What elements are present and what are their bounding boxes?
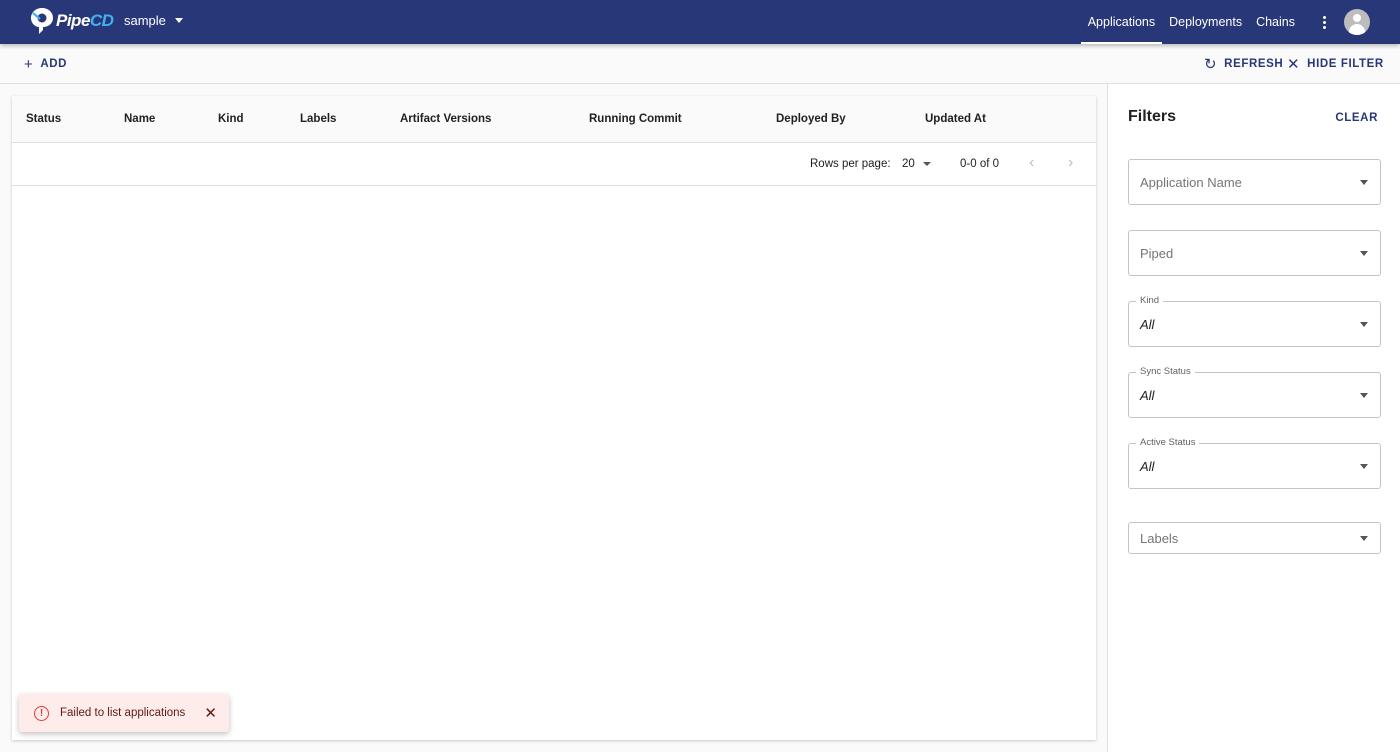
sync-status-value: All (1140, 388, 1155, 403)
next-page-icon[interactable]: › (1068, 154, 1073, 172)
user-avatar[interactable] (1344, 9, 1370, 35)
chevron-down-icon (1360, 322, 1368, 327)
application-name-select[interactable]: Application Name (1128, 159, 1381, 205)
active-status-select[interactable]: Active Status All (1128, 437, 1381, 489)
add-label: ADD (40, 58, 68, 70)
nav-deployments[interactable]: Deployments (1162, 0, 1249, 44)
previous-page-icon[interactable]: ‹ (1029, 154, 1034, 172)
filters-title: Filters (1128, 108, 1177, 125)
rows-per-page-value: 20 (902, 158, 915, 170)
logo-text-accent: CD (89, 11, 114, 30)
table-header: Status Name Kind Labels Artifact Version… (12, 96, 1096, 143)
snackbar-message: Failed to list applications (60, 707, 186, 719)
chevron-down-icon (1360, 251, 1368, 256)
column-header-kind[interactable]: Kind (218, 113, 244, 125)
column-header-artifact-versions[interactable]: Artifact Versions (400, 113, 491, 125)
logo-text-main: Pipe (56, 11, 90, 30)
filter-panel: Filters CLEAR Application Name Piped Kin… (1107, 84, 1400, 752)
pagination-range: 0-0 of 0 (960, 158, 999, 170)
close-icon[interactable]: ✕ (204, 706, 217, 721)
column-header-deployed-by[interactable]: Deployed By (776, 113, 846, 125)
sync-status-select[interactable]: Sync Status All (1128, 366, 1381, 418)
rows-per-page-select[interactable]: 20 (902, 158, 931, 170)
nav-chains[interactable]: Chains (1249, 0, 1302, 44)
more-vert-icon[interactable] (1312, 0, 1336, 44)
hide-filter-label: HIDE FILTER (1307, 58, 1384, 70)
column-header-running-commit[interactable]: Running Commit (589, 113, 682, 125)
column-header-updated-at[interactable]: Updated At (925, 113, 986, 125)
hide-filter-button[interactable]: ✕ HIDE FILTER (1287, 44, 1384, 84)
chevron-down-icon (922, 162, 931, 166)
piped-select[interactable]: Piped (1128, 230, 1381, 276)
kind-value: All (1140, 317, 1155, 332)
labels-select[interactable]: Labels (1128, 522, 1381, 554)
nav-applications[interactable]: Applications (1080, 0, 1163, 44)
refresh-label: REFRESH (1224, 58, 1284, 70)
refresh-icon: ↻ (1204, 55, 1218, 73)
kind-label: Kind (1136, 295, 1164, 306)
error-icon: ! (34, 705, 49, 721)
active-status-value: All (1140, 459, 1155, 474)
chevron-down-icon (1360, 393, 1368, 398)
chevron-down-icon (1360, 180, 1368, 185)
column-header-labels[interactable]: Labels (300, 113, 336, 125)
chevron-down-icon (1360, 536, 1368, 541)
applications-table: Status Name Kind Labels Artifact Version… (12, 96, 1096, 740)
table-pagination: Rows per page: 20 0-0 of 0 ‹ › (12, 143, 1096, 186)
column-header-name[interactable]: Name (124, 113, 155, 125)
refresh-button[interactable]: ↻ REFRESH (1204, 44, 1283, 84)
labels-placeholder: Labels (1140, 531, 1179, 546)
project-name: sample (124, 13, 166, 28)
kind-select[interactable]: Kind All (1128, 295, 1381, 347)
app-bar: PipeCD sample Applications Deployments C… (0, 0, 1400, 44)
piped-placeholder: Piped (1140, 246, 1174, 261)
pipecd-logo-icon (31, 8, 53, 34)
close-icon: ✕ (1287, 55, 1301, 73)
application-name-placeholder: Application Name (1140, 175, 1242, 190)
add-button[interactable]: + ADD (24, 44, 67, 84)
active-status-label: Active Status (1136, 437, 1200, 448)
chevron-down-icon (1360, 464, 1368, 469)
toolbar: + ADD ↻ REFRESH ✕ HIDE FILTER (0, 44, 1400, 84)
column-header-status[interactable]: Status (26, 113, 61, 125)
project-selector[interactable]: sample (124, 13, 183, 28)
logo-text: PipeCD (56, 11, 114, 31)
main-nav: Applications Deployments Chains (1080, 0, 1400, 44)
clear-filters-button[interactable]: CLEAR (1335, 112, 1378, 124)
plus-icon: + (24, 55, 34, 73)
rows-per-page-label: Rows per page: (810, 158, 891, 170)
sync-status-label: Sync Status (1136, 366, 1195, 377)
pipecd-logo[interactable]: PipeCD (30, 7, 114, 35)
error-snackbar: ! Failed to list applications ✕ (19, 694, 229, 732)
chevron-down-icon (174, 18, 183, 23)
